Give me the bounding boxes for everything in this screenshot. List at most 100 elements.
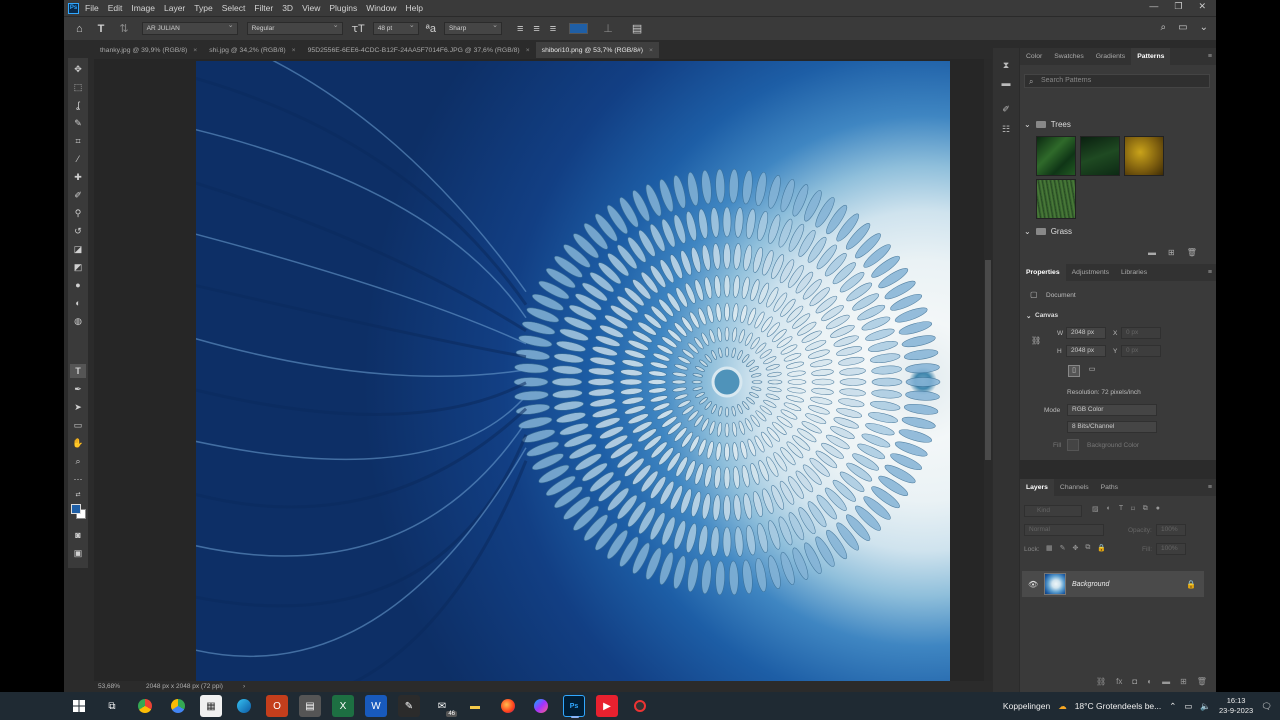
link-dimensions-icon[interactable]: ⛓ <box>1031 336 1041 345</box>
pattern-group-grass[interactable]: ⌄ Grass <box>1024 224 1204 238</box>
menu-file[interactable]: File <box>85 3 99 13</box>
tab-paths[interactable]: Paths <box>1095 484 1124 491</box>
task-view-icon[interactable]: ⧉ <box>101 695 123 717</box>
media-player-icon[interactable]: ▶ <box>596 695 618 717</box>
tab-layers[interactable]: Layers <box>1020 479 1054 496</box>
opera-icon[interactable]: O <box>266 695 288 717</box>
menu-help[interactable]: Help <box>405 3 422 13</box>
tab-close-icon[interactable]: × <box>649 47 653 54</box>
healing-brush-tool-icon[interactable]: ✚ <box>70 170 86 184</box>
font-family-select[interactable]: AR JULIAN <box>141 21 238 35</box>
eyedropper-tool-icon[interactable]: ⁄ <box>70 152 86 166</box>
landscape-orientation-icon[interactable]: ▭ <box>1086 365 1098 377</box>
marquee-tool-icon[interactable]: ⬚ <box>70 80 86 94</box>
clock[interactable]: 16:13 23-9-2023 <box>1219 696 1253 716</box>
panel-menu-icon[interactable]: ≡ <box>1208 269 1212 276</box>
bits-select[interactable]: 8 Bits/Channel <box>1067 421 1157 433</box>
type-tool-preset-icon[interactable]: T <box>98 23 105 35</box>
tab-channels[interactable]: Channels <box>1054 484 1095 491</box>
adjustment-layer-icon[interactable]: ◐ <box>1147 677 1152 686</box>
menu-edit[interactable]: Edit <box>108 3 123 13</box>
tab-document[interactable]: 95D2556E-6EE6-4CDC-B12F-24AA5F7014F6.JPG… <box>302 42 536 58</box>
mode-select[interactable]: RGB Color <box>1067 404 1157 416</box>
tab-properties[interactable]: Properties <box>1020 264 1066 281</box>
lock-position-icon[interactable]: ✥ <box>1073 544 1079 552</box>
volume-icon[interactable]: 🔈 <box>1200 701 1211 712</box>
canvas-section-chevron-icon[interactable]: ⌄ <box>1026 312 1031 320</box>
shibori-artwork-image[interactable] <box>196 61 950 681</box>
filter-smart-object-icon[interactable]: ⧉ <box>1143 505 1148 513</box>
photoshop-taskbar-icon[interactable]: Ps <box>563 695 585 718</box>
chevron-up-icon[interactable]: ⌃ <box>1169 701 1176 712</box>
new-group-icon[interactable]: ▬ <box>1148 248 1156 257</box>
excel-icon[interactable]: X <box>332 695 354 717</box>
brush-settings-icon[interactable]: ✐ <box>1000 104 1012 116</box>
layer-row-background[interactable]: 👁 Background 🔒 <box>1022 571 1204 597</box>
tab-close-icon[interactable]: × <box>193 47 197 54</box>
menu-select[interactable]: Select <box>222 3 246 13</box>
panel-menu-icon[interactable]: ≡ <box>1208 484 1212 491</box>
brush-tool-icon[interactable]: ✐ <box>70 188 86 202</box>
pen-tool-icon[interactable]: ✒ <box>70 382 86 396</box>
eraser-tool-icon[interactable]: ◪ <box>70 242 86 256</box>
font-size-select[interactable]: 48 pt <box>372 21 419 35</box>
filter-toggle-icon[interactable]: ● <box>1156 505 1160 513</box>
tray-toolbar-label[interactable]: Koppelingen <box>1003 701 1050 711</box>
portrait-orientation-icon[interactable]: ▯ <box>1068 365 1080 377</box>
new-layer-icon[interactable]: ⊞ <box>1180 677 1187 686</box>
network-icon[interactable]: ▭ <box>1184 701 1192 712</box>
text-color-swatch[interactable] <box>569 23 589 34</box>
menu-type[interactable]: Type <box>194 3 212 13</box>
menu-window[interactable]: Window <box>366 3 396 13</box>
x-field[interactable]: 0 px <box>1121 327 1161 339</box>
tab-gradients[interactable]: Gradients <box>1090 53 1131 60</box>
lock-artboard-icon[interactable]: ⧉ <box>1085 544 1090 552</box>
sponge-tool-icon[interactable]: ◍ <box>70 314 86 328</box>
pattern-thumb-trees-4[interactable] <box>1036 179 1076 219</box>
home-icon[interactable]: ⌂ <box>76 23 83 35</box>
lock-all-icon[interactable]: 🔒 <box>1097 544 1106 552</box>
rectangle-tool-icon[interactable]: ▭ <box>70 418 86 432</box>
menu-view[interactable]: View <box>302 3 320 13</box>
chrome-icon[interactable] <box>134 695 156 717</box>
blend-mode-select[interactable]: Normal <box>1024 524 1104 536</box>
tab-color[interactable]: Color <box>1020 53 1048 60</box>
hand-tool-icon[interactable]: ✋ <box>70 436 86 450</box>
character-panel-icon[interactable]: ▤ <box>632 22 642 35</box>
menu-3d[interactable]: 3D <box>282 3 293 13</box>
zoom-level[interactable]: 53,68% <box>98 683 142 690</box>
status-menu-icon[interactable]: › <box>243 683 245 690</box>
pattern-thumb-trees-1[interactable] <box>1036 136 1076 176</box>
visibility-eye-icon[interactable]: 👁 <box>1028 580 1038 589</box>
quick-select-tool-icon[interactable]: ✎ <box>70 116 86 130</box>
tab-document-active[interactable]: shibori10.png @ 53,7% (RGB/8#) × <box>535 42 660 58</box>
tab-swatches[interactable]: Swatches <box>1048 53 1089 60</box>
lock-transparent-icon[interactable]: ▦ <box>1046 544 1053 552</box>
chrome-profile-icon[interactable] <box>167 695 189 717</box>
share-icon[interactable]: ⌄ <box>1200 22 1208 33</box>
history-brush-tool-icon[interactable]: ↺ <box>70 224 86 238</box>
dodge-tool-icon[interactable]: ◐ <box>70 296 86 310</box>
blur-tool-icon[interactable]: ● <box>70 278 86 292</box>
scrollbar-thumb[interactable] <box>985 260 991 460</box>
tab-adjustments[interactable]: Adjustments <box>1066 269 1115 276</box>
type-tool-icon[interactable]: T <box>70 364 86 378</box>
tab-close-icon[interactable]: × <box>292 47 296 54</box>
align-center-icon[interactable]: ≡ <box>533 23 539 35</box>
link-layers-icon[interactable]: ⛓ <box>1096 677 1106 686</box>
weather-text[interactable]: 18°C Grotendeels be... <box>1075 701 1162 711</box>
search-patterns-input[interactable]: ⌕ Search Patterns <box>1024 74 1210 88</box>
swap-colors-icon[interactable]: ⇄ <box>70 488 86 502</box>
adjustments-sliders-icon[interactable]: ☷ <box>1000 124 1012 136</box>
opacity-field[interactable]: 100% <box>1156 524 1186 536</box>
pattern-group-trees[interactable]: ⌄ Trees <box>1024 117 1204 131</box>
filter-adjustment-icon[interactable]: ◐ <box>1107 505 1111 513</box>
store-icon[interactable]: ▦ <box>200 695 222 717</box>
messenger-icon[interactable] <box>530 695 552 717</box>
calculator-icon[interactable]: ▤ <box>299 695 321 717</box>
text-orientation-icon[interactable]: ⇅ <box>119 22 128 35</box>
fill-color-swatch[interactable] <box>1067 439 1079 451</box>
tab-libraries[interactable]: Libraries <box>1115 269 1153 276</box>
minimize-icon[interactable]: — <box>1149 1 1158 12</box>
menu-image[interactable]: Image <box>131 3 155 13</box>
